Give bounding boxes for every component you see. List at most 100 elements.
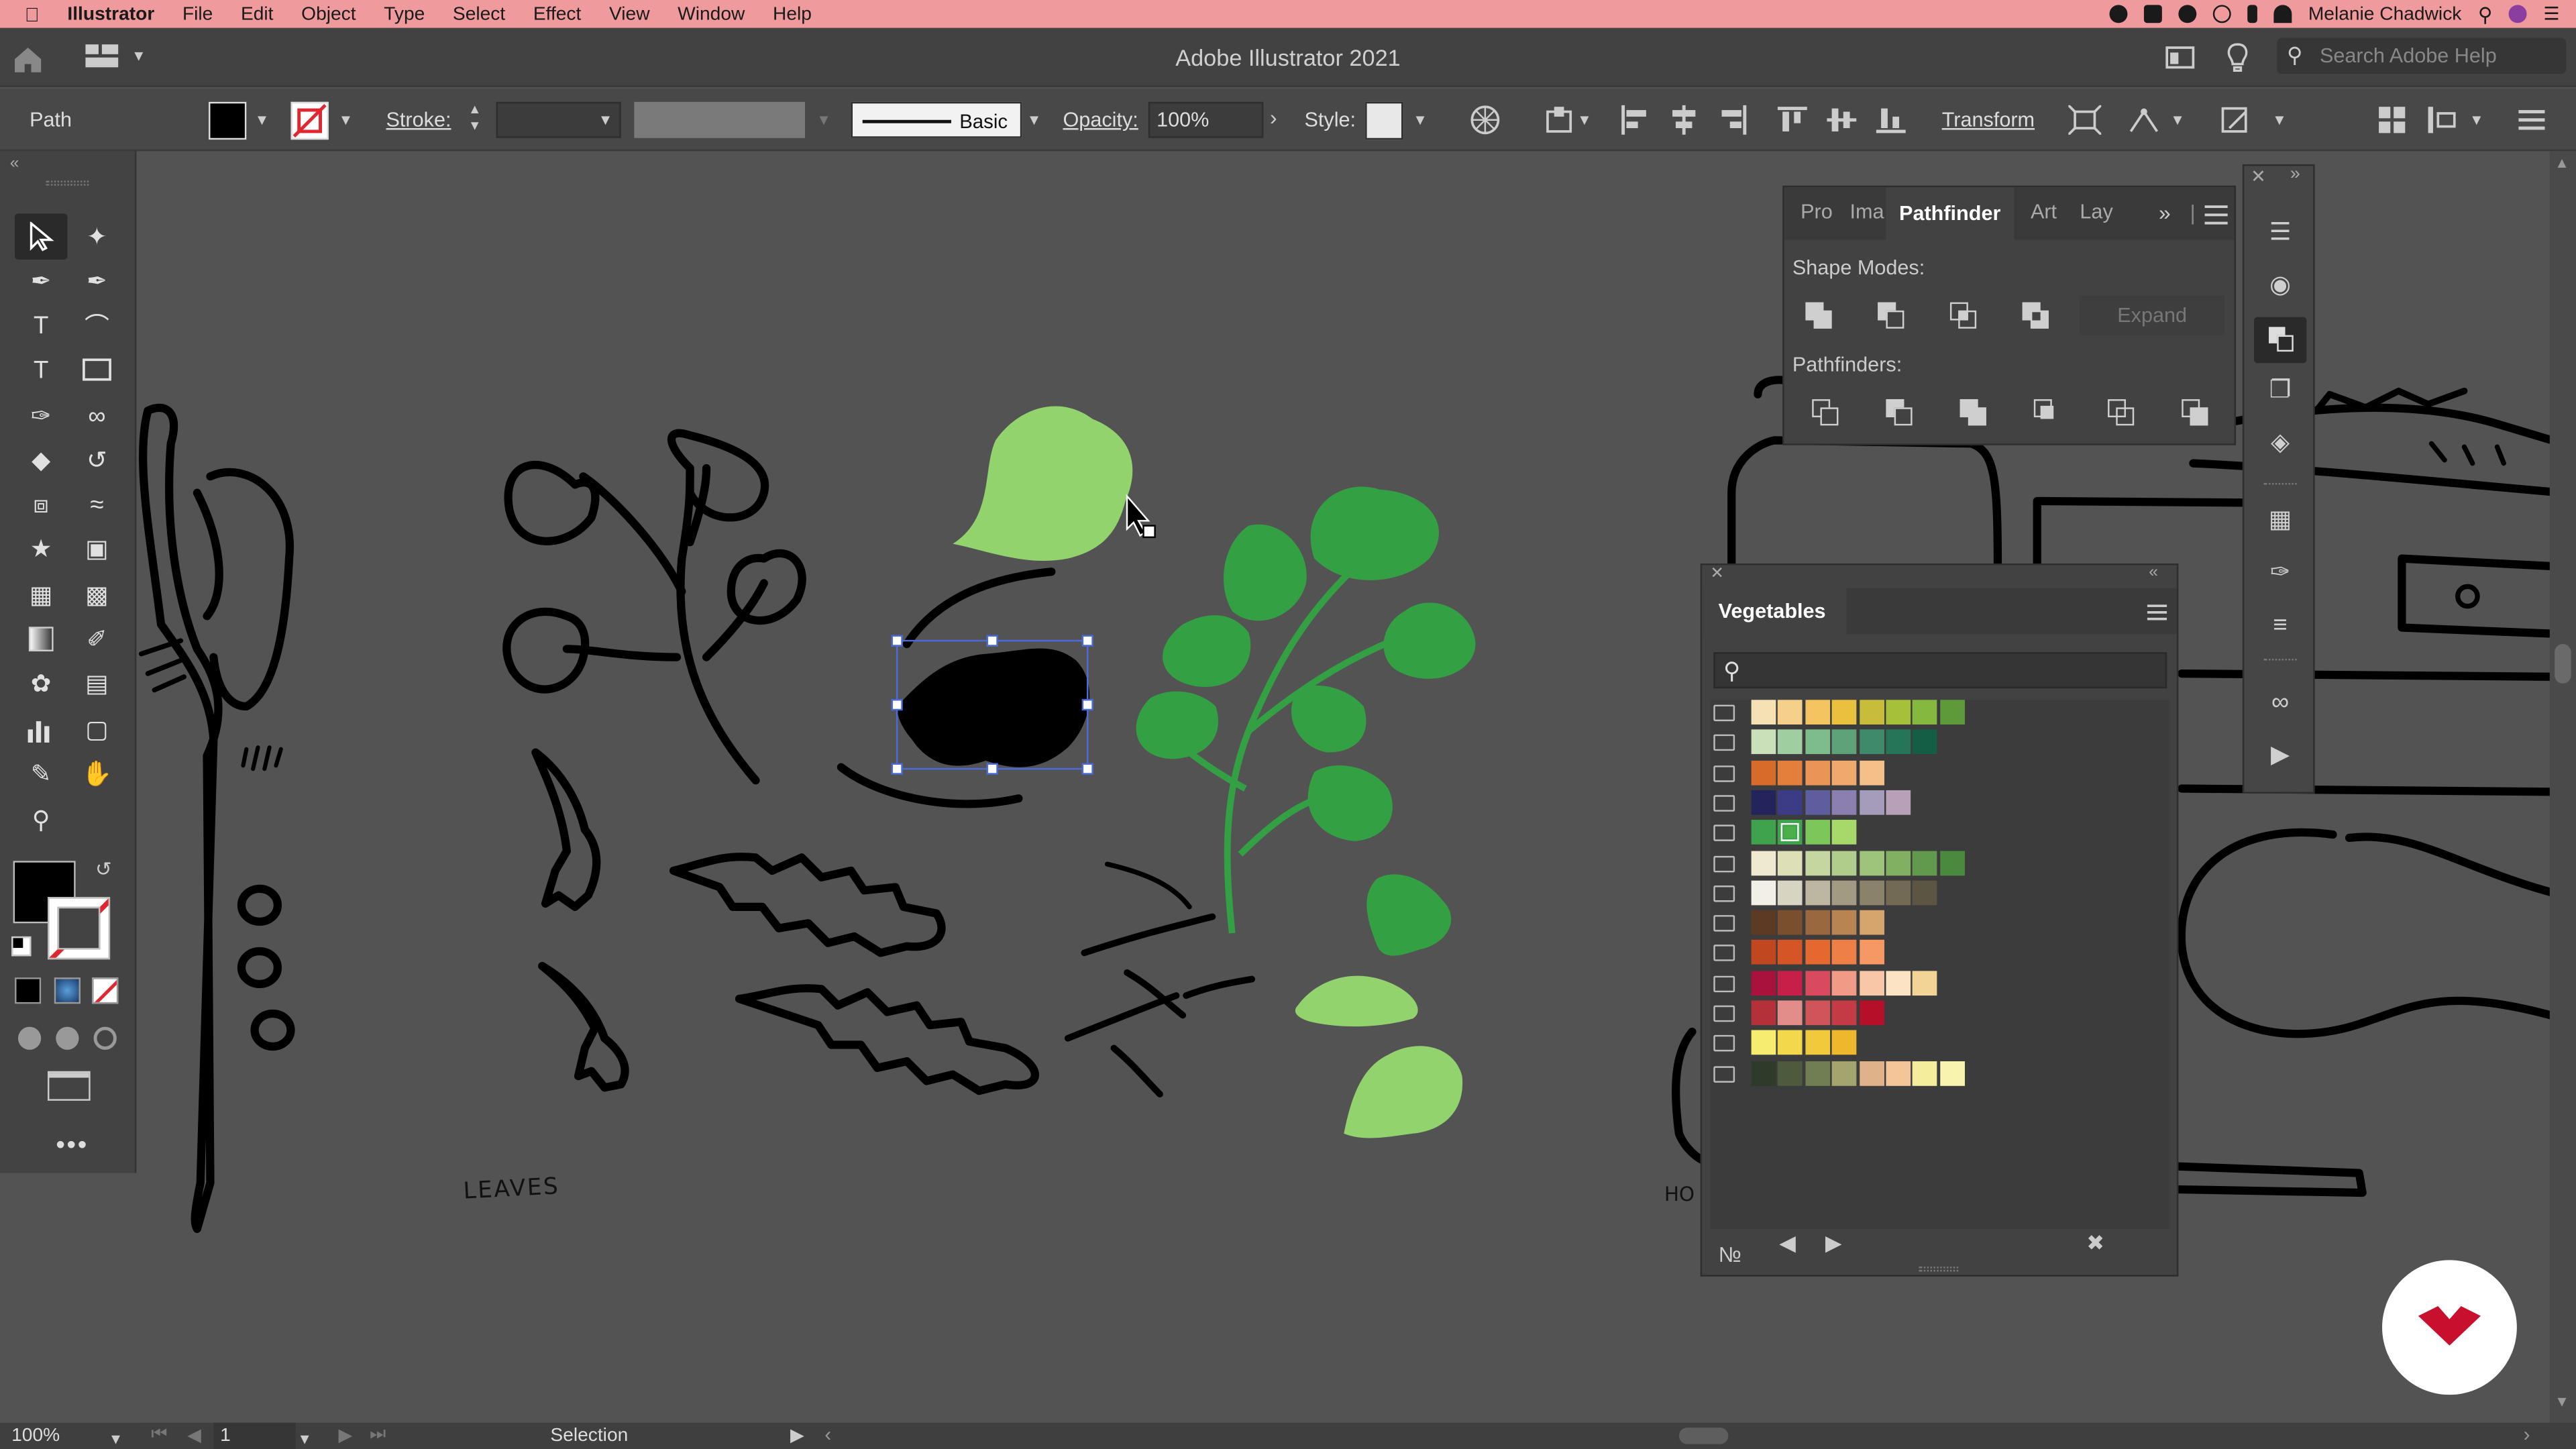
shape-builder-tool-icon[interactable]: ▣ (79, 531, 115, 567)
menu-object[interactable]: Object (301, 4, 356, 23)
more-tabs-icon[interactable]: » (2159, 201, 2171, 225)
previous-artboard-icon[interactable]: ◀ (187, 1424, 201, 1446)
horizontal-scroll-thumb[interactable] (1678, 1428, 1729, 1444)
chevron-down-icon[interactable]: ▼ (1577, 112, 1592, 128)
color-swatch[interactable] (1859, 759, 1884, 785)
type-tool-icon[interactable]: T (23, 352, 59, 388)
color-swatch[interactable] (1778, 730, 1803, 755)
swatch-group-row[interactable] (1713, 910, 1886, 936)
color-swatch[interactable] (1832, 790, 1857, 815)
shape-tools-icon[interactable] (2220, 105, 2253, 135)
crop-button[interactable] (2033, 399, 2060, 425)
color-swatch[interactable] (1913, 1061, 1938, 1085)
user-name[interactable]: Melanie Chadwick (2308, 4, 2462, 23)
color-swatch[interactable] (1778, 970, 1803, 996)
opacity-input[interactable]: 100% (1148, 101, 1264, 138)
swap-fill-stroke-icon[interactable]: ↺ (95, 857, 112, 880)
distribute-icon[interactable] (2426, 105, 2459, 135)
close-panel-icon[interactable]: ✕ (1710, 565, 1724, 583)
color-swatch[interactable] (1805, 1061, 1830, 1085)
panel-menu-icon[interactable] (2147, 604, 2167, 621)
color-group-folder-icon[interactable] (1713, 824, 1735, 842)
search-adobe-help-input[interactable]: ⚲ Search Adobe Help (2277, 38, 2567, 74)
color-swatch[interactable] (1886, 970, 1911, 996)
color-swatch[interactable] (1859, 730, 1884, 755)
vegetables-tab[interactable]: Vegetables (1702, 588, 1847, 635)
color-swatch[interactable] (1886, 850, 1911, 875)
color-swatch[interactable] (1832, 880, 1857, 905)
brushes-panel-icon[interactable]: ✑ (2264, 559, 2297, 588)
divide-button[interactable] (1812, 399, 1839, 426)
bluetooth-icon[interactable] (2247, 5, 2257, 23)
align-left-icon[interactable] (1620, 105, 1650, 135)
menu-file[interactable]: File (182, 4, 213, 23)
opacity-expand-arrow[interactable]: › (1270, 105, 1277, 130)
color-swatch[interactable] (1832, 700, 1857, 725)
swatch-search-input[interactable]: ⚲ (1713, 652, 2167, 689)
color-swatch[interactable] (1778, 850, 1803, 875)
color-swatch[interactable] (1832, 970, 1857, 996)
color-swatch[interactable] (1778, 880, 1803, 905)
fill-dropdown-chevron[interactable]: ▼ (255, 112, 270, 128)
color-swatch[interactable] (1751, 730, 1776, 755)
menu-help[interactable]: Help (773, 4, 812, 23)
color-swatch[interactable] (1805, 850, 1830, 875)
color-swatch[interactable] (1832, 820, 1857, 845)
color-swatch[interactable] (1859, 700, 1884, 725)
default-colors-icon[interactable] (11, 936, 32, 957)
color-group-folder-icon[interactable] (1713, 975, 1735, 992)
color-swatch[interactable] (1805, 910, 1830, 935)
status-menu-arrow[interactable]: ▶ (790, 1424, 804, 1446)
color-swatch[interactable] (1913, 850, 1938, 875)
color-swatch[interactable] (1805, 1000, 1830, 1026)
color-group-folder-icon[interactable] (1713, 1035, 1735, 1053)
color-swatch[interactable] (1778, 1000, 1803, 1026)
control-center-icon[interactable]: ☰ (2543, 3, 2559, 24)
color-swatch[interactable] (1859, 790, 1884, 815)
swatch-group-row[interactable] (1713, 790, 1913, 816)
selection-tool-icon[interactable] (23, 219, 59, 255)
color-swatch[interactable] (1805, 820, 1830, 845)
scroll-left-icon[interactable]: ‹ (824, 1423, 831, 1446)
color-group-folder-icon[interactable] (1713, 704, 1735, 722)
zoom-level[interactable]: 100% (11, 1426, 60, 1446)
style-dropdown-chevron[interactable]: ▼ (1413, 112, 1428, 128)
collapse-panel-icon[interactable]: « (2149, 564, 2158, 582)
color-swatch[interactable] (1805, 940, 1830, 965)
color-swatch[interactable] (1778, 820, 1803, 845)
color-swatch[interactable] (1859, 970, 1884, 996)
align-top-icon[interactable] (1777, 105, 1807, 135)
align-horizontal-center-icon[interactable] (1669, 105, 1699, 135)
stroke-weight-input[interactable]: ▼ (496, 101, 621, 138)
minus-back-button[interactable] (2182, 399, 2208, 426)
none-mode-icon[interactable] (92, 977, 119, 1004)
swatch-group-row[interactable] (1713, 730, 1939, 756)
collapse-panel-icon[interactable]: « (10, 154, 19, 172)
color-swatch[interactable] (1832, 1000, 1857, 1026)
color-swatch[interactable] (1751, 910, 1776, 935)
layers-panel-icon[interactable]: ◈ (2264, 429, 2297, 458)
menu-edit[interactable]: Edit (241, 4, 274, 23)
expand-dock-icon[interactable]: » (2290, 164, 2300, 184)
stroke-label[interactable]: Stroke: (386, 89, 451, 151)
tab-properties[interactable]: Pro (1801, 187, 1833, 236)
color-swatch[interactable] (1751, 700, 1776, 725)
vertical-scroll-thumb[interactable] (2555, 644, 2571, 684)
magic-wand-tool-icon[interactable]: ✦ (79, 219, 115, 255)
puppet-warp-icon[interactable] (2127, 105, 2160, 135)
menu-effect[interactable]: Effect (533, 4, 582, 23)
swatch-group-row[interactable] (1713, 850, 1966, 876)
menu-view[interactable]: View (609, 4, 650, 23)
rotate-tool-icon[interactable]: ↺ (79, 442, 115, 478)
color-group-folder-icon[interactable] (1713, 855, 1735, 872)
color-swatch[interactable] (1913, 880, 1938, 905)
color-swatch[interactable] (1778, 940, 1803, 965)
actions-panel-icon[interactable]: ▶ (2264, 741, 2297, 770)
swatch-group-row[interactable] (1713, 880, 1939, 906)
graphic-style-swatch[interactable] (1365, 101, 1403, 140)
color-swatch[interactable] (1832, 1061, 1857, 1085)
color-swatch[interactable] (1778, 700, 1803, 725)
live-paint-tool-icon[interactable]: ▤ (79, 665, 115, 702)
apple-icon[interactable]:  (25, 3, 48, 25)
first-artboard-icon[interactable]: ⏮ (151, 1424, 167, 1446)
